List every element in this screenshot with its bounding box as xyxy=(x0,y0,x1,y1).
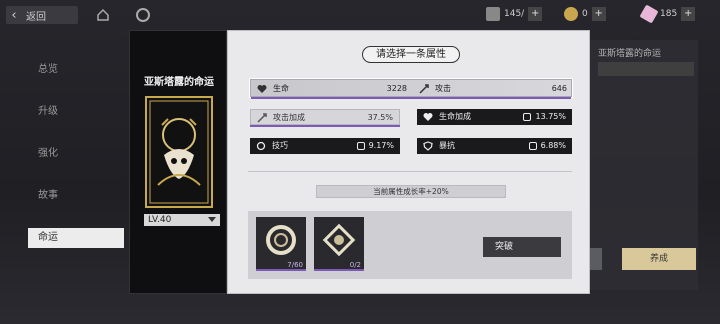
option-crit-resist[interactable]: 暴抗 6.88% xyxy=(417,138,572,154)
shield-icon xyxy=(423,141,433,151)
left-menu: 总览 升级 强化 故事 命运 xyxy=(28,60,124,270)
skill-icon xyxy=(256,141,266,151)
material-underline xyxy=(256,269,306,271)
back-button[interactable]: ‹ 返回 xyxy=(6,6,78,24)
gem-icon xyxy=(639,4,659,24)
option-value: 9.17% xyxy=(368,141,394,150)
ornament-material-icon xyxy=(322,223,356,257)
materials-box: 7/60 0/2 突破 xyxy=(248,211,572,279)
option-value-wrap: 9.17% xyxy=(356,138,394,154)
stat-value: 646 xyxy=(551,84,567,93)
home-icon[interactable] xyxy=(96,8,110,22)
currency-gem: 185 + xyxy=(639,4,696,24)
material-count: 0/2 xyxy=(349,261,361,269)
right-panel-selector[interactable] xyxy=(598,62,694,76)
currency-value: 145/ xyxy=(504,9,525,19)
option-value: 37.5% xyxy=(367,113,393,122)
menu-item-overview[interactable]: 总览 xyxy=(28,60,124,80)
top-bar: ‹ 返回 145/ + 0 + 185 + xyxy=(0,0,720,30)
section-divider xyxy=(248,171,572,172)
option-label: 暴抗 xyxy=(439,141,455,150)
growth-rate-label: 当前属性成长率+20% xyxy=(316,185,506,198)
right-panel-title: 亚斯塔露的命运 xyxy=(598,49,662,59)
level-label: LV.40 xyxy=(148,215,172,225)
option-value: 6.88% xyxy=(540,141,566,150)
chevron-left-icon: ‹ xyxy=(11,7,17,23)
level-selector[interactable]: LV.40 xyxy=(144,214,220,226)
breakthrough-button[interactable]: 突破 xyxy=(483,237,561,257)
sword-icon xyxy=(257,113,267,123)
option-label: 生命加成 xyxy=(439,112,471,121)
sword-icon xyxy=(419,84,429,94)
heart-icon xyxy=(257,85,267,93)
option-label: 攻击加成 xyxy=(273,113,305,122)
lock-icon xyxy=(523,113,532,121)
menu-item-enhance[interactable]: 强化 xyxy=(28,144,124,164)
stat-label: 生命 xyxy=(273,84,289,93)
currency-value: 0 xyxy=(582,9,588,19)
stat-hp: 生命 3228 xyxy=(251,82,411,96)
menu-item-fate[interactable]: 命运 xyxy=(28,228,124,248)
ring-material-icon xyxy=(266,225,296,255)
option-underline xyxy=(250,125,400,127)
option-attack-bonus[interactable]: 攻击加成 37.5% xyxy=(250,109,400,125)
currency-coin: 0 + xyxy=(564,6,606,22)
add-stamina-button[interactable]: + xyxy=(528,7,543,21)
option-value: 13.75% xyxy=(535,112,566,121)
stat-attack: 攻击 646 xyxy=(413,82,571,96)
stat-label: 攻击 xyxy=(435,84,451,93)
menu-item-upgrade[interactable]: 升级 xyxy=(28,102,124,122)
attribute-select-dialog: 请选择一条属性 生命 3228 攻击 646 攻击加成 37.5% 生命加成 1… xyxy=(227,30,590,294)
develop-button[interactable]: 养成 xyxy=(622,248,696,270)
lock-icon xyxy=(356,142,365,150)
material-slot-2[interactable]: 0/2 xyxy=(314,217,364,271)
card-panel: 亚斯塔露的命运 LV.40 xyxy=(129,30,227,294)
option-label: 技巧 xyxy=(272,141,288,150)
dialog-title: 请选择一条属性 xyxy=(362,46,460,63)
card-name: 亚斯塔露的命运 xyxy=(144,77,214,88)
menu-item-story[interactable]: 故事 xyxy=(28,186,124,206)
currency-value: 185 xyxy=(660,9,678,19)
settings-icon[interactable] xyxy=(136,8,150,22)
currency-stamina: 145/ + xyxy=(486,6,543,22)
lock-icon xyxy=(528,142,537,150)
back-label: 返回 xyxy=(26,11,46,23)
option-value-wrap: 6.88% xyxy=(528,138,566,154)
heart-icon xyxy=(423,113,433,121)
material-underline xyxy=(314,269,364,271)
option-skill[interactable]: 技巧 9.17% xyxy=(250,138,400,154)
option-value-wrap: 13.75% xyxy=(523,109,566,125)
selection-underline xyxy=(251,97,571,99)
stat-value: 3228 xyxy=(386,84,407,93)
option-hp-bonus[interactable]: 生命加成 13.75% xyxy=(417,109,572,125)
stamina-icon xyxy=(486,7,500,21)
material-count: 7/60 xyxy=(287,261,303,269)
caret-down-icon xyxy=(208,217,216,222)
add-coin-button[interactable]: + xyxy=(591,7,606,21)
current-stats-row[interactable]: 生命 3228 攻击 646 xyxy=(250,79,572,97)
coin-icon xyxy=(564,7,578,21)
material-slot-1[interactable]: 7/60 xyxy=(256,217,306,271)
add-gem-button[interactable]: + xyxy=(681,7,696,21)
